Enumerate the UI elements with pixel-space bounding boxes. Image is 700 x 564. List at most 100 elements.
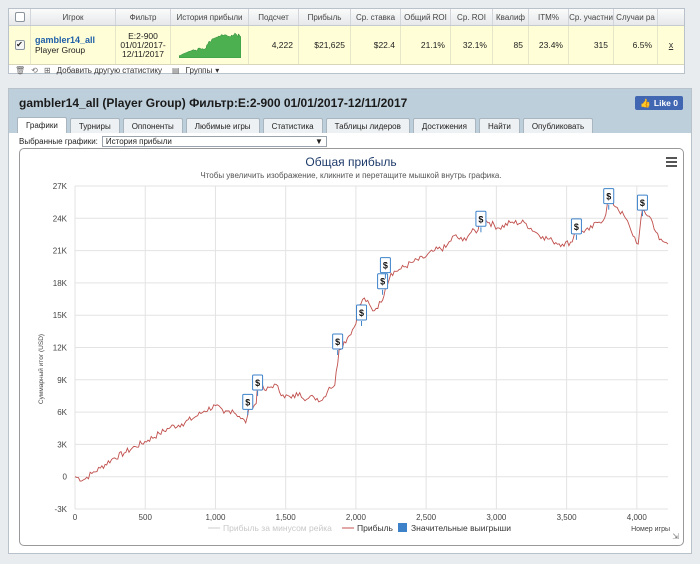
fb-like-label: Like 0 xyxy=(653,98,678,108)
y-tick-label: 27K xyxy=(53,182,68,191)
select-all-checkbox[interactable] xyxy=(14,12,25,22)
avg-stake-cell: $22.4 xyxy=(351,26,401,64)
chart-select[interactable]: История прибыли ▼ xyxy=(101,136,327,147)
col-header-count[interactable]: Подсчет xyxy=(249,9,299,25)
chart-title: Общая прибыль xyxy=(305,155,396,169)
row-checkbox[interactable]: ✔ xyxy=(14,40,25,50)
col-header-remove xyxy=(658,9,684,25)
chart-legend: Прибыль за минусом рейка Прибыль Значите… xyxy=(208,523,511,533)
add-stat-label: Добавить другую статистику xyxy=(56,65,163,75)
chevron-down-icon: ▼ xyxy=(314,137,323,146)
y-tick-label: 3K xyxy=(57,440,67,449)
col-header-cases[interactable]: Случаи ра xyxy=(614,9,658,25)
cases-cell: 6.5% xyxy=(614,26,658,64)
legend-item-net-profit[interactable]: Прибыль за минусом рейка xyxy=(223,523,332,533)
svg-text:$: $ xyxy=(255,378,260,388)
col-header-itm[interactable]: ITM% xyxy=(529,9,569,25)
profit-cell: $21,625 xyxy=(299,26,351,64)
remove-row-link[interactable]: x xyxy=(669,40,674,50)
panel-title: gambler14_all (Player Group) Фильтр:E:2-… xyxy=(9,89,691,117)
count-cell: 4,222 xyxy=(249,26,299,64)
table-row[interactable]: ✔ gambler14_all Player Group E:2-900 01/… xyxy=(9,26,684,65)
tab-find[interactable]: Найти xyxy=(478,118,520,133)
row-select-cell[interactable]: ✔ xyxy=(9,26,31,64)
add-stat-icon: ⊞ xyxy=(43,65,51,75)
add-stat-link[interactable]: ⊞ Добавить другую статистику xyxy=(44,66,162,75)
player-link[interactable]: gambler14_all xyxy=(35,35,95,45)
y-tick-label: -3K xyxy=(55,505,68,514)
col-header-qualif[interactable]: Квалиф xyxy=(493,9,529,25)
dollar-marker-icon[interactable]: $ xyxy=(475,210,487,233)
dollar-marker-icon[interactable]: $ xyxy=(603,188,615,210)
x-tick-label: 1,500 xyxy=(276,513,297,522)
col-header-avg-stake[interactable]: Ср. ставка xyxy=(351,9,401,25)
chart-select-value: История прибыли xyxy=(105,137,172,146)
col-header-player[interactable]: Игрок xyxy=(31,9,116,25)
y-tick-label: 24K xyxy=(53,214,68,223)
svg-text:$: $ xyxy=(359,308,364,318)
itm-cell: 23.4% xyxy=(529,26,569,64)
y-axis-labels: -3K 0 3K 6K 9K 12K 15K 18K 21K 24K 27K xyxy=(53,182,68,514)
groups-dropdown[interactable]: ▤ Группы ▾ xyxy=(172,66,219,75)
svg-text:$: $ xyxy=(245,397,250,407)
chart-grid xyxy=(74,185,668,510)
facebook-like-button[interactable]: 👍 Like 0 xyxy=(635,96,683,110)
col-header-filter[interactable]: Фильтр xyxy=(116,9,171,25)
x-tick-label: 4,000 xyxy=(627,513,648,522)
hamburger-menu-icon[interactable] xyxy=(666,157,677,169)
legend-item-big-wins[interactable]: Значительные выигрыши xyxy=(411,523,511,533)
dollar-marker-icon[interactable]: $ xyxy=(252,374,264,396)
filter-line: 12/11/2017 xyxy=(122,48,164,59)
svg-text:$: $ xyxy=(383,261,388,271)
svg-text:$: $ xyxy=(574,222,579,232)
tab-charts[interactable]: Графики xyxy=(17,117,67,133)
col-header-total-roi[interactable]: Общий ROI xyxy=(401,9,451,25)
chart-select-row: Выбранные графики: История прибыли ▼ xyxy=(19,136,327,147)
profit-sparkline xyxy=(178,32,241,58)
qualif-cell: 85 xyxy=(493,26,529,64)
dollar-marker-icon[interactable]: $ xyxy=(377,273,389,295)
x-tick-label: 3,000 xyxy=(486,513,507,522)
filter-cell: E:2-900 01/01/2017- 12/11/2017 xyxy=(116,26,171,64)
player-group-label: Player Group xyxy=(35,45,86,55)
select-all-cell[interactable] xyxy=(9,9,31,25)
tab-achievements[interactable]: Достижения xyxy=(412,118,476,133)
groups-icon: ▤ xyxy=(172,65,180,75)
tab-publish[interactable]: Опубликовать xyxy=(522,118,594,133)
tab-statistics[interactable]: Статистика xyxy=(262,118,323,133)
x-tick-label: 500 xyxy=(139,513,153,522)
avg-roi-cell: 32.1% xyxy=(451,26,493,64)
dollar-marker-icon[interactable]: $ xyxy=(356,304,368,326)
y-tick-label: 9K xyxy=(57,376,67,385)
trash-icon[interactable]: 🗑 xyxy=(15,66,25,75)
y-tick-label: 12K xyxy=(53,344,68,353)
legend-item-profit[interactable]: Прибыль xyxy=(357,523,394,533)
chart-select-label: Выбранные графики: xyxy=(19,137,98,146)
col-header-avg-entrants[interactable]: Ср. участни xyxy=(569,9,614,25)
tab-leaderboards[interactable]: Таблицы лидеров xyxy=(325,118,410,133)
resize-grip-icon[interactable]: ⇲ xyxy=(672,532,679,541)
col-header-profit-history[interactable]: История прибыли xyxy=(171,9,249,25)
dollar-marker-icon[interactable]: $ xyxy=(636,194,648,217)
chart-subtitle: Чтобы увеличить изображение, кликните и … xyxy=(200,171,501,180)
col-header-avg-roi[interactable]: Ср. ROI xyxy=(451,9,493,25)
profit-sparkline-cell xyxy=(171,26,249,64)
svg-text:$: $ xyxy=(606,192,611,202)
profit-chart[interactable]: Общая прибыль Чтобы увеличить изображени… xyxy=(20,149,683,545)
y-axis-title: Суммарный итог (USD) xyxy=(37,334,45,404)
tab-opponents[interactable]: Оппоненты xyxy=(122,118,183,133)
tab-favorite-games[interactable]: Любимые игры xyxy=(185,118,260,133)
stats-table-footer: 🗑 ⟲ ⊞ Добавить другую статистику ▤ Группы ▾ xyxy=(9,66,684,75)
tab-tournaments[interactable]: Турниры xyxy=(69,118,120,133)
dollar-marker-icon[interactable]: $ xyxy=(570,218,582,240)
dollar-marker-icon[interactable]: $ xyxy=(332,333,344,356)
refresh-icon[interactable]: ⟲ xyxy=(31,66,38,75)
thumbs-up-icon: 👍 xyxy=(640,97,651,108)
col-header-profit[interactable]: Прибыль xyxy=(299,9,351,25)
chart-container[interactable]: Общая прибыль Чтобы увеличить изображени… xyxy=(19,148,684,546)
player-cell: gambler14_all Player Group xyxy=(31,26,116,64)
stats-table: Игрок Фильтр История прибыли Подсчет При… xyxy=(8,8,685,75)
y-tick-label: 15K xyxy=(53,311,68,320)
groups-label: Группы xyxy=(185,65,213,75)
x-axis-title: Номер игры xyxy=(631,526,670,533)
